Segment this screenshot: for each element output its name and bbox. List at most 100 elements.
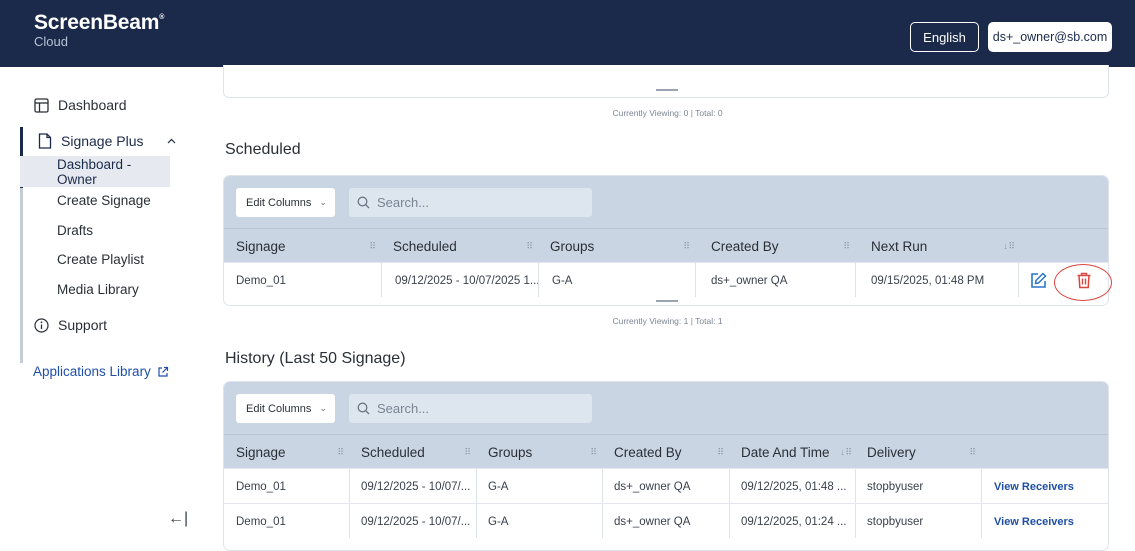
- cell-groups: G-A: [552, 274, 573, 287]
- sidebar-item-support[interactable]: Support: [34, 317, 107, 333]
- column-header-created-by[interactable]: Created By ⠿: [602, 435, 729, 469]
- column-header-groups[interactable]: Groups ⠿: [538, 229, 695, 263]
- cell-signage: Demo_01: [236, 515, 286, 528]
- highlight-annotation: [1054, 264, 1112, 301]
- cell-scheduled: 09/12/2025 - 10/07/2025 1...: [395, 274, 538, 287]
- column-label: Date And Time: [741, 444, 830, 460]
- main-content: Currently Viewing: 0 | Total: 0 Schedule…: [200, 65, 1135, 551]
- search-input[interactable]: Search...: [349, 394, 592, 423]
- table-header: Signage ⠿ Scheduled ⠿ Groups ⠿ Created By ⠿ …: [224, 228, 1108, 262]
- table-caption: Currently Viewing: 1 | Total: 1: [612, 316, 723, 326]
- sidebar-sub-dashboard-owner[interactable]: Dashboard - Owner: [20, 156, 170, 187]
- history-table: Edit Columns ⌄ Search... Signage ⠿ Schedu…: [223, 381, 1109, 551]
- table-row[interactable]: Demo_01 09/12/2025 - 10/07/... G-A ds+_o…: [224, 503, 1108, 538]
- table-toolbar: Edit Columns ⌄ Search...: [224, 176, 1108, 228]
- drag-handle-icon[interactable]: ⠿: [717, 447, 724, 458]
- language-button[interactable]: English: [910, 22, 979, 52]
- table-header: Signage ⠿ Scheduled ⠿ Groups ⠿ Created By ⠿ …: [224, 434, 1108, 468]
- sidebar-sub-create-playlist[interactable]: Create Playlist: [57, 252, 144, 267]
- sidebar: Dashboard Signage Plus Dashboard - Owner…: [0, 67, 200, 542]
- column-label: Groups: [488, 444, 533, 460]
- column-label: Groups: [550, 238, 595, 254]
- column-label: Signage: [236, 444, 286, 460]
- sort-descending-icon[interactable]: ↓ ⠿: [840, 446, 852, 458]
- cell-next-run: 09/15/2025, 01:48 PM: [871, 274, 985, 287]
- edit-columns-button[interactable]: Edit Columns ⌄: [236, 188, 335, 217]
- column-header-groups[interactable]: Groups ⠿: [476, 435, 602, 469]
- drag-handle-icon[interactable]: ⠿: [337, 447, 344, 458]
- cell-groups: G-A: [488, 480, 509, 493]
- sidebar-item-label: Support: [58, 317, 108, 333]
- sidebar-sub-create-signage[interactable]: Create Signage: [57, 193, 151, 208]
- collapse-sidebar-button[interactable]: ←|: [168, 510, 188, 528]
- resize-handle[interactable]: [656, 89, 678, 91]
- brand-mark: ®: [159, 14, 165, 21]
- cell-groups: G-A: [488, 515, 509, 528]
- cell-scheduled: 09/12/2025 - 10/07/...: [361, 515, 471, 528]
- edit-icon[interactable]: [1030, 272, 1047, 289]
- document-icon: [38, 133, 52, 149]
- cell-scheduled: 09/12/2025 - 10/07/...: [361, 480, 471, 493]
- brand-subtitle: Cloud: [34, 34, 68, 49]
- column-header-delivery[interactable]: Delivery ⠿: [855, 435, 981, 469]
- cell-signage: Demo_01: [236, 480, 286, 493]
- layout-icon: [34, 97, 49, 113]
- resize-handle[interactable]: [656, 300, 678, 302]
- column-divider: [1018, 263, 1019, 297]
- column-header-signage[interactable]: Signage ⠿: [224, 229, 381, 263]
- view-receivers-link[interactable]: View Receivers: [981, 504, 1108, 539]
- column-label: Next Run: [871, 238, 928, 254]
- drag-handle-icon[interactable]: ⠿: [590, 447, 597, 458]
- sidebar-item-signage-plus[interactable]: Signage Plus: [38, 133, 176, 149]
- search-placeholder: Search...: [377, 195, 430, 210]
- column-label: Scheduled: [361, 444, 425, 460]
- table-row[interactable]: Demo_01 09/12/2025 - 10/07/... G-A ds+_o…: [224, 468, 1108, 503]
- sort-indicator: ↓: [840, 446, 844, 457]
- column-header-created-by[interactable]: Created By ⠿: [695, 229, 855, 263]
- column-header-scheduled[interactable]: Scheduled ⠿: [349, 435, 476, 469]
- search-icon: [357, 402, 370, 415]
- chevron-up-icon: [167, 138, 176, 144]
- table-row[interactable]: Demo_01 09/12/2025 - 10/07/2025 1... G-A…: [224, 262, 1108, 297]
- drag-handle-icon[interactable]: ⠿: [369, 241, 376, 252]
- cell-signage: Demo_01: [236, 274, 286, 287]
- column-header-next-run[interactable]: Next Run ↓ ⠿: [855, 229, 1018, 263]
- drag-handle-icon[interactable]: ⠿: [843, 241, 850, 252]
- column-header-date-and-time[interactable]: Date And Time ↓ ⠿: [729, 435, 855, 469]
- drag-handle-icon[interactable]: ⠿: [683, 241, 690, 252]
- column-label: Created By: [711, 238, 779, 254]
- column-label: Created By: [614, 444, 682, 460]
- search-input[interactable]: Search...: [349, 188, 592, 217]
- cell-date-and-time: 09/12/2025, 01:48 ...: [741, 480, 847, 493]
- top-bar: ScreenBeam® Cloud English ds+_owner@sb.c…: [0, 0, 1135, 67]
- sort-descending-icon[interactable]: ↓ ⠿: [1003, 241, 1015, 252]
- edit-columns-label: Edit Columns: [246, 196, 312, 209]
- column-label: Delivery: [867, 444, 916, 460]
- cell-created-by: ds+_owner QA: [614, 515, 691, 528]
- sidebar-item-dashboard[interactable]: Dashboard: [34, 97, 127, 113]
- drag-handle-icon[interactable]: ⠿: [969, 447, 976, 458]
- cell-created-by: ds+_owner QA: [614, 480, 691, 493]
- info-icon: [34, 317, 49, 333]
- column-header-signage[interactable]: Signage ⠿: [224, 435, 349, 469]
- sidebar-link-applications-library[interactable]: Applications Library: [33, 364, 169, 379]
- sidebar-sub-media-library[interactable]: Media Library: [57, 282, 139, 297]
- user-account-button[interactable]: ds+_owner@sb.com: [988, 22, 1112, 52]
- brand-logo[interactable]: ScreenBeam® Cloud: [34, 11, 164, 49]
- table-caption: Currently Viewing: 0 | Total: 0: [612, 108, 723, 118]
- sidebar-item-label: Dashboard: [58, 97, 127, 113]
- view-receivers-link[interactable]: View Receivers: [981, 469, 1108, 504]
- external-link-icon: [157, 366, 169, 378]
- cell-created-by: ds+_owner QA: [711, 274, 788, 287]
- column-header-scheduled[interactable]: Scheduled ⠿: [381, 229, 538, 263]
- search-placeholder: Search...: [377, 401, 430, 416]
- edit-columns-label: Edit Columns: [246, 402, 312, 415]
- search-icon: [357, 196, 370, 209]
- column-label: Scheduled: [393, 238, 457, 254]
- drag-handle-icon[interactable]: ⠿: [526, 241, 533, 252]
- previous-table-card: [223, 65, 1109, 98]
- drag-handle-icon[interactable]: ⠿: [464, 447, 471, 458]
- edit-columns-button[interactable]: Edit Columns ⌄: [236, 394, 335, 423]
- sidebar-sub-drafts[interactable]: Drafts: [57, 223, 93, 238]
- chevron-down-icon: ⌄: [319, 403, 327, 413]
